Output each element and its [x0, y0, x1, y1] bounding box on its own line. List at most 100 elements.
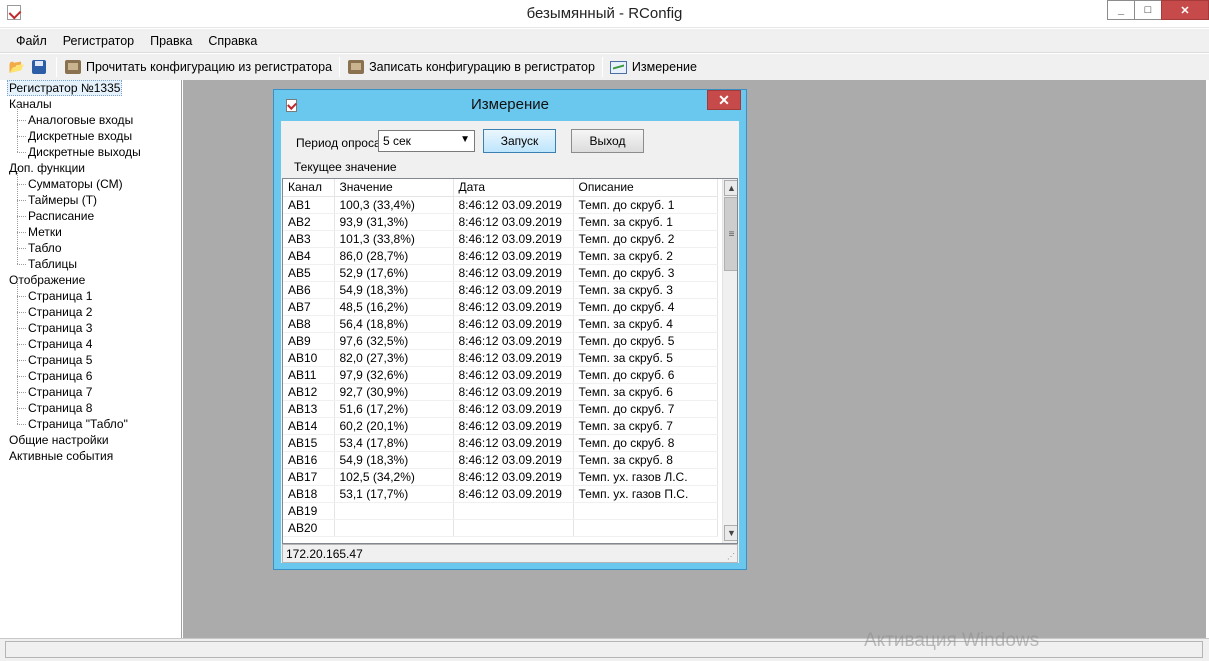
measure-button[interactable]: Измерение	[607, 58, 700, 76]
start-button[interactable]: Запуск	[483, 129, 556, 153]
table-row[interactable]: АВ18 53,1 (17,7%) 8:46:12 03.09.2019 Темп. …	[283, 485, 718, 503]
tree-item[interactable]: Страница 5	[3, 344, 181, 368]
tree-item-label: Сумматоры (СМ)	[28, 177, 123, 191]
table-row[interactable]: АВ8 56,4 (18,8%) 8:46:12 03.09.2019 Темп. з…	[283, 315, 718, 333]
table-row[interactable]: АВ11 97,9 (32,6%) 8:46:12 03.09.2019 Темп. …	[283, 366, 718, 384]
measurement-table[interactable]: Канал Значение Дата Описание АВ1 100,3 (3…	[282, 178, 738, 544]
save-icon	[32, 60, 46, 74]
tree-item[interactable]: Общие настройки	[3, 432, 181, 448]
table-cell: 93,9 (31,3%)	[334, 213, 454, 231]
dialog-close-button[interactable]: ✕	[707, 90, 741, 110]
table-row[interactable]: АВ19	[283, 502, 718, 520]
tree-item[interactable]: Таблицы	[3, 248, 181, 272]
table-cell: 8:46:12 03.09.2019	[453, 451, 574, 469]
table-row[interactable]: АВ2 93,9 (31,3%) 8:46:12 03.09.2019 Темп. з…	[283, 213, 718, 231]
exit-button[interactable]: Выход	[571, 129, 644, 153]
table-row[interactable]: АВ3 101,3 (33,8%) 8:46:12 03.09.2019 Темп. …	[283, 230, 718, 248]
table-cell	[453, 502, 574, 520]
tree-item[interactable]: Аналоговые входы	[3, 104, 181, 128]
poll-period-select[interactable]: 5 сек ▼	[378, 130, 475, 152]
chevron-down-icon: ▼	[460, 134, 470, 145]
close-window-button[interactable]: ✕	[1161, 0, 1209, 20]
read-config-button[interactable]: Прочитать конфигурацию из регистратора	[61, 58, 335, 76]
column-header-date[interactable]: Дата	[453, 179, 574, 197]
tree-item-label: Общие настройки	[9, 433, 109, 447]
column-header-description[interactable]: Описание	[573, 179, 718, 197]
minimize-button[interactable]: _	[1107, 0, 1135, 20]
table-cell: 8:46:12 03.09.2019	[453, 264, 574, 282]
table-row[interactable]: АВ20	[283, 519, 718, 537]
toolbar-separator	[601, 57, 603, 77]
table-cell: 8:46:12 03.09.2019	[453, 196, 574, 214]
tree-item[interactable]: Доп. функции	[3, 160, 181, 176]
scroll-down-icon[interactable]: ▼	[724, 525, 737, 541]
toolbar-separator	[339, 57, 341, 77]
table-cell	[334, 519, 454, 537]
menu-help[interactable]: Справка	[200, 34, 265, 48]
tree-item[interactable]: Каналы	[3, 96, 181, 112]
table-cell: 8:46:12 03.09.2019	[453, 434, 574, 452]
table-cell: АВ10	[283, 349, 335, 367]
scroll-up-icon[interactable]: ▲	[724, 180, 737, 196]
tree-item[interactable]: Расписание	[3, 200, 181, 224]
column-header-channel[interactable]: Канал	[283, 179, 335, 197]
table-row[interactable]: АВ7 48,5 (16,2%) 8:46:12 03.09.2019 Темп. д…	[283, 298, 718, 316]
tree-item[interactable]: Табло	[3, 232, 181, 256]
table-cell: 53,1 (17,7%)	[334, 485, 454, 503]
tree-item[interactable]: Дискретные входы	[3, 120, 181, 144]
table-row[interactable]: АВ17 102,5 (34,2%) 8:46:12 03.09.2019 Темп.…	[283, 468, 718, 486]
tree-item[interactable]: Активные события	[3, 448, 181, 464]
tree-item[interactable]: Страница 1	[3, 280, 181, 304]
table-row[interactable]: АВ1 100,3 (33,4%) 8:46:12 03.09.2019 Темп. …	[283, 196, 718, 214]
tree-item[interactable]: Таймеры (Т)	[3, 184, 181, 208]
resize-grip-icon[interactable]: ⋰	[727, 552, 735, 561]
tree-item-label: Активные события	[9, 449, 114, 463]
table-cell	[453, 519, 574, 537]
tree-item[interactable]: Страница 8	[3, 392, 181, 416]
tree-item[interactable]: Страница 2	[3, 296, 181, 320]
save-button[interactable]	[30, 58, 48, 76]
tree-item[interactable]: Страница 7	[3, 376, 181, 400]
table-row[interactable]: АВ10 82,0 (27,3%) 8:46:12 03.09.2019 Темп. …	[283, 349, 718, 367]
table-row[interactable]: АВ9 97,6 (32,5%) 8:46:12 03.09.2019 Темп. д…	[283, 332, 718, 350]
menu-edit[interactable]: Правка	[142, 34, 200, 48]
menu-file[interactable]: Файл	[8, 34, 55, 48]
config-tree[interactable]: Регистратор №1335 Каналы Аналоговые входы Д…	[3, 80, 182, 638]
table-row[interactable]: АВ4 86,0 (28,7%) 8:46:12 03.09.2019 Темп. з…	[283, 247, 718, 265]
vertical-scrollbar[interactable]: ▲ ≡ ▼	[722, 179, 737, 543]
table-cell: Темп. до скруб. 7	[573, 400, 718, 418]
tree-item[interactable]: Страница 6	[3, 360, 181, 384]
tree-item[interactable]: Сумматоры (СМ)	[3, 168, 181, 192]
table-cell: 8:46:12 03.09.2019	[453, 400, 574, 418]
maximize-button[interactable]: □	[1134, 0, 1162, 20]
write-config-button[interactable]: Записать конфигурацию в регистратор	[344, 58, 598, 76]
read-config-icon	[64, 58, 82, 76]
tree-item-label: Регистратор №1335	[7, 80, 123, 96]
table-row[interactable]: АВ16 54,9 (18,3%) 8:46:12 03.09.2019 Темп. …	[283, 451, 718, 469]
column-header-value[interactable]: Значение	[334, 179, 454, 197]
tree-item-label: Страница 7	[28, 385, 93, 399]
tree-item[interactable]: Страница 4	[3, 328, 181, 352]
table-row[interactable]: АВ15 53,4 (17,8%) 8:46:12 03.09.2019 Темп. …	[283, 434, 718, 452]
dialog-title: Измерение	[470, 96, 549, 113]
tree-item[interactable]: Регистратор №1335	[3, 80, 181, 96]
table-cell	[573, 519, 718, 537]
poll-period-label: Период опроса	[296, 136, 381, 150]
tree-item[interactable]: Страница "Табло"	[3, 408, 181, 432]
open-folder-icon[interactable]: 📂	[8, 58, 26, 76]
table-cell: АВ14	[283, 417, 335, 435]
tree-item[interactable]: Дискретные выходы	[3, 136, 181, 160]
table-row[interactable]: АВ6 54,9 (18,3%) 8:46:12 03.09.2019 Темп. з…	[283, 281, 718, 299]
ip-address: 172.20.165.47	[286, 547, 363, 561]
table-row[interactable]: АВ13 51,6 (17,2%) 8:46:12 03.09.2019 Темп. …	[283, 400, 718, 418]
table-row[interactable]: АВ14 60,2 (20,1%) 8:46:12 03.09.2019 Темп. …	[283, 417, 718, 435]
table-cell: 8:46:12 03.09.2019	[453, 213, 574, 231]
table-row[interactable]: АВ5 52,9 (17,6%) 8:46:12 03.09.2019 Темп. д…	[283, 264, 718, 282]
tree-item[interactable]: Отображение	[3, 272, 181, 288]
tree-item[interactable]: Страница 3	[3, 312, 181, 336]
menu-registrator[interactable]: Регистратор	[55, 34, 142, 48]
table-row[interactable]: АВ12 92,7 (30,9%) 8:46:12 03.09.2019 Темп. …	[283, 383, 718, 401]
scroll-thumb[interactable]: ≡	[724, 197, 737, 271]
table-cell: 92,7 (30,9%)	[334, 383, 454, 401]
tree-item[interactable]: Метки	[3, 216, 181, 240]
